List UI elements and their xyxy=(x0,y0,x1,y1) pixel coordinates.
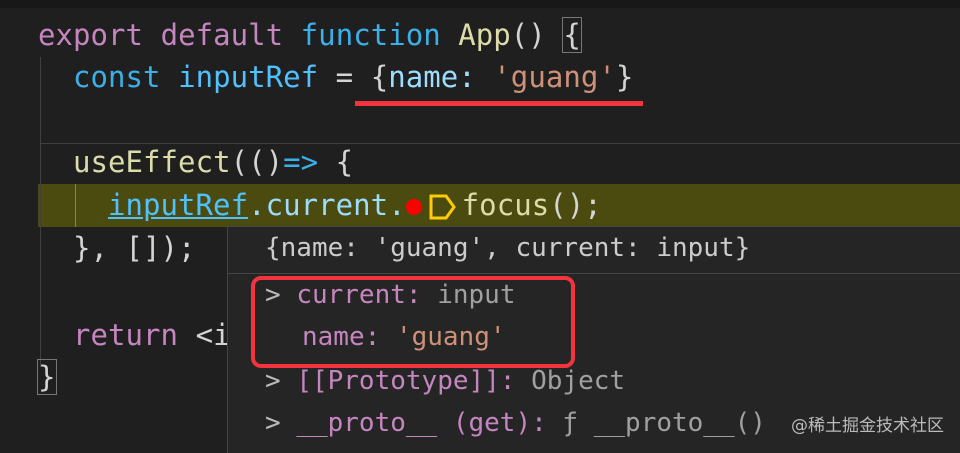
token: .current. xyxy=(248,188,406,222)
token: => xyxy=(283,145,319,179)
token: App xyxy=(458,18,511,52)
debug-pointer-icon xyxy=(429,194,456,220)
watermark: @稀土掘金技术社区 xyxy=(791,416,944,436)
token: const xyxy=(73,60,161,94)
hovered-token[interactable]: inputRef xyxy=(108,188,248,222)
token: inputRef xyxy=(178,60,319,94)
hover-row-proto-getter[interactable]: > __proto__ (get): ƒ __proto__() xyxy=(265,402,766,444)
token: export xyxy=(38,18,144,52)
code-line-5[interactable]: inputRef.current. focus(); xyxy=(108,184,602,227)
token: = xyxy=(335,60,354,94)
indent-guide xyxy=(40,57,41,367)
token: }, []); xyxy=(73,231,196,265)
token: { xyxy=(335,145,354,179)
token: (); xyxy=(549,188,602,222)
token: () xyxy=(510,18,546,52)
token: } xyxy=(615,60,634,94)
code-line-2[interactable]: const inputRef = {name: 'guang'} xyxy=(73,56,633,99)
token: focus xyxy=(461,188,550,222)
code-line-4[interactable]: useEffect(()=> { xyxy=(73,141,353,184)
token: <i xyxy=(195,318,231,352)
token: name: xyxy=(388,60,476,94)
matched-brace: { xyxy=(562,17,582,53)
token: default xyxy=(160,18,284,52)
red-underline-annotation xyxy=(355,101,643,106)
token: return xyxy=(73,318,179,352)
value: Object xyxy=(531,366,626,396)
hover-summary: {name: 'guang', current: input} xyxy=(265,233,751,263)
indent-guide-active xyxy=(75,184,76,227)
token: (() xyxy=(230,145,284,179)
token: function xyxy=(300,18,441,52)
code-line-9[interactable]: } xyxy=(37,356,57,399)
code-line-1[interactable]: export default function App() { xyxy=(38,14,582,57)
token: { xyxy=(370,60,389,94)
top-bar xyxy=(0,0,960,8)
token: 'guang' xyxy=(493,60,616,94)
chevron-right-icon[interactable]: > xyxy=(265,408,281,438)
code-line-8[interactable]: return <i xyxy=(73,314,231,357)
breakpoint-icon[interactable] xyxy=(405,199,422,215)
value: ƒ __proto__() xyxy=(562,408,766,438)
chevron-right-icon[interactable]: > xyxy=(265,366,281,396)
red-box-annotation xyxy=(251,276,575,368)
matched-brace: } xyxy=(37,359,57,395)
code-line-6[interactable]: }, []); xyxy=(73,227,196,270)
key: __proto__ (get): xyxy=(296,408,547,438)
key: [[Prototype]]: xyxy=(296,366,516,396)
token: useEffect xyxy=(73,145,231,179)
